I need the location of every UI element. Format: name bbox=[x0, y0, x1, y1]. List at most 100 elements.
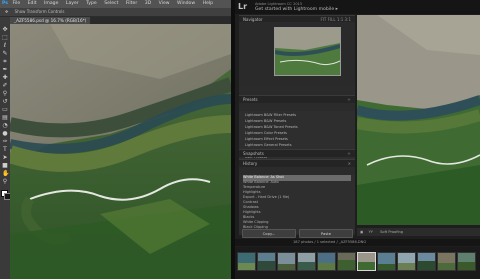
lightroom-mobile-link[interactable]: Get started with Lightroom mobile ▸ bbox=[255, 7, 338, 12]
zoom-tool-icon[interactable]: ⚲ bbox=[2, 179, 8, 185]
eraser-tool-icon[interactable]: ▭ bbox=[2, 107, 8, 113]
preset-folder[interactable]: Lightroom General Presets bbox=[245, 143, 349, 149]
quick-select-tool-icon[interactable]: ✎ bbox=[2, 51, 8, 57]
brush-tool-icon[interactable]: ✐ bbox=[2, 83, 8, 89]
filmstrip-thumbnail[interactable] bbox=[257, 252, 276, 271]
document-tab[interactable]: _AZF5586.psd @ 16.7% (RGB/16*) bbox=[10, 17, 91, 24]
menu-layer[interactable]: Layer bbox=[66, 1, 79, 6]
eyedropper-tool-icon[interactable]: ✒ bbox=[2, 67, 8, 73]
presets-header-label: Presets bbox=[243, 97, 258, 102]
preset-folder[interactable]: Lightroom B&W Filter Presets bbox=[245, 113, 349, 119]
thumbnail-image bbox=[418, 253, 435, 270]
before-after-icon[interactable]: YY bbox=[369, 230, 373, 234]
copy-paste-bar: Copy... Paste bbox=[239, 229, 355, 238]
filmstrip-thumbnail[interactable] bbox=[317, 252, 336, 271]
loupe-photo bbox=[357, 15, 480, 225]
preset-folder[interactable]: Lightroom Effect Presets bbox=[245, 137, 349, 143]
history-header-label: History bbox=[243, 161, 258, 166]
filmstrip-thumbnail[interactable] bbox=[377, 252, 396, 271]
path-selection-tool-icon[interactable]: ➤ bbox=[2, 155, 8, 161]
navigator-panel bbox=[239, 22, 355, 86]
clone-stamp-tool-icon[interactable]: ⚲ bbox=[2, 91, 8, 97]
document-tabbar: _AZF5586.psd @ 16.7% (RGB/16*) bbox=[10, 17, 231, 24]
thumbnail-image bbox=[458, 253, 475, 270]
add-snapshot-icon[interactable]: ＋ bbox=[347, 150, 351, 157]
thumbnail-image bbox=[278, 253, 295, 270]
paste-button[interactable]: Paste bbox=[299, 229, 353, 238]
navigator-preview-image bbox=[275, 28, 340, 75]
thumbnail-image bbox=[318, 253, 335, 270]
menu-window[interactable]: Window bbox=[177, 1, 195, 6]
show-transform-controls-checkbox[interactable]: Show Transform Controls bbox=[15, 9, 65, 14]
menu-help[interactable]: Help bbox=[203, 1, 213, 6]
healing-brush-tool-icon[interactable]: ✚ bbox=[2, 75, 8, 81]
dodge-tool-icon[interactable]: ● bbox=[2, 131, 8, 137]
loupe-view-icon[interactable]: ▣ bbox=[360, 230, 363, 234]
lightroom-logo: Lr bbox=[238, 2, 248, 11]
lightroom-version-label: Adobe Lightroom CC 2015 bbox=[255, 2, 303, 6]
copy-button[interactable]: Copy... bbox=[242, 229, 296, 238]
thumbnail-image bbox=[298, 253, 315, 270]
menu-edit[interactable]: Edit bbox=[28, 1, 37, 6]
hand-tool-icon[interactable]: ✋ bbox=[2, 171, 9, 177]
photoshop-logo: Ps bbox=[2, 1, 9, 6]
menu-select[interactable]: Select bbox=[104, 1, 118, 6]
presets-header[interactable]: Presets ＋ bbox=[239, 95, 355, 103]
lightroom-loupe-view[interactable] bbox=[357, 15, 480, 225]
filmstrip-thumbnail[interactable] bbox=[437, 252, 456, 271]
preset-folder[interactable]: Lightroom Color Presets bbox=[245, 131, 349, 137]
thumbnail-image bbox=[378, 253, 395, 270]
aerial-landscape-photo bbox=[10, 24, 231, 279]
filmstrip-thumbnail[interactable] bbox=[297, 252, 316, 271]
photoshop-canvas[interactable] bbox=[10, 24, 231, 279]
filmstrip-thumbnail[interactable] bbox=[417, 252, 436, 271]
filmstrip-thumbnail[interactable] bbox=[397, 252, 416, 271]
filmstrip-status-bar: 187 photos / 1 selected / _AZF5586.DNG bbox=[235, 239, 480, 246]
thumbnail-image bbox=[238, 253, 255, 270]
photoshop-window: Ps File Edit Image Layer Type Select Fil… bbox=[0, 0, 231, 279]
crop-tool-icon[interactable]: ⌗ bbox=[2, 59, 8, 65]
move-tool-icon[interactable]: ✥ bbox=[5, 9, 8, 14]
move-tool-icon[interactable]: ✥ bbox=[2, 27, 8, 33]
preset-folder[interactable]: Lightroom B&W Presets bbox=[245, 119, 349, 125]
soft-proofing-checkbox[interactable]: Soft Proofing bbox=[380, 230, 403, 234]
preset-folder[interactable]: Lightroom B&W Toned Presets bbox=[245, 125, 349, 131]
blur-tool-icon[interactable]: ◔ bbox=[2, 123, 8, 129]
menu-3d[interactable]: 3D bbox=[145, 1, 151, 6]
pen-tool-icon[interactable]: ✑ bbox=[2, 139, 8, 145]
options-bar: ✥ Show Transform Controls bbox=[0, 8, 231, 17]
lasso-tool-icon[interactable]: ℓ bbox=[2, 43, 8, 49]
menu-type[interactable]: Type bbox=[86, 1, 97, 6]
menu-filter[interactable]: Filter bbox=[126, 1, 137, 6]
menu-image[interactable]: Image bbox=[44, 1, 58, 6]
menu-view[interactable]: View bbox=[159, 1, 170, 6]
shape-tool-icon[interactable]: ■ bbox=[2, 163, 8, 169]
loupe-toolbar: ▣ YY Soft Proofing bbox=[357, 228, 480, 236]
history-panel: White Balance: As Shot White Balance: Au… bbox=[239, 175, 355, 233]
thumbnail-image bbox=[338, 253, 355, 270]
gradient-tool-icon[interactable]: ▤ bbox=[2, 115, 8, 121]
filmstrip-thumbnail[interactable] bbox=[277, 252, 296, 271]
snapshots-header-label: Snapshots bbox=[243, 151, 264, 156]
lightroom-left-panel: Navigator FIT FILL 1:1 3:1 Presets ＋ Lig… bbox=[239, 15, 355, 235]
filmstrip-thumbnail[interactable] bbox=[457, 252, 476, 271]
lightroom-window: Lr Adobe Lightroom CC 2015 Get started w… bbox=[235, 0, 480, 279]
photo-count-status: 187 photos / 1 selected / _AZF5586.DNG bbox=[293, 240, 367, 244]
filmstrip-thumbnail[interactable] bbox=[337, 252, 356, 271]
clear-history-icon[interactable]: ✕ bbox=[348, 160, 351, 167]
history-header[interactable]: History ✕ bbox=[239, 159, 355, 167]
lightroom-identity-plate: Lr Adobe Lightroom CC 2015 Get started w… bbox=[235, 0, 480, 14]
marquee-tool-icon[interactable]: ⬚ bbox=[2, 35, 8, 41]
thumbnail-image bbox=[358, 253, 375, 270]
history-brush-tool-icon[interactable]: ↺ bbox=[2, 99, 8, 105]
type-tool-icon[interactable]: T bbox=[2, 147, 8, 153]
photoshop-menubar: Ps File Edit Image Layer Type Select Fil… bbox=[0, 0, 231, 8]
thumbnail-image bbox=[438, 253, 455, 270]
filmstrip-thumbnail[interactable] bbox=[237, 252, 256, 271]
thumbnail-image bbox=[398, 253, 415, 270]
menu-file[interactable]: File bbox=[13, 1, 21, 6]
snapshots-header[interactable]: Snapshots ＋ bbox=[239, 149, 355, 157]
filmstrip-thumbnail-selected[interactable] bbox=[357, 252, 376, 271]
add-preset-icon[interactable]: ＋ bbox=[347, 96, 351, 103]
navigator-preview[interactable] bbox=[274, 27, 341, 76]
